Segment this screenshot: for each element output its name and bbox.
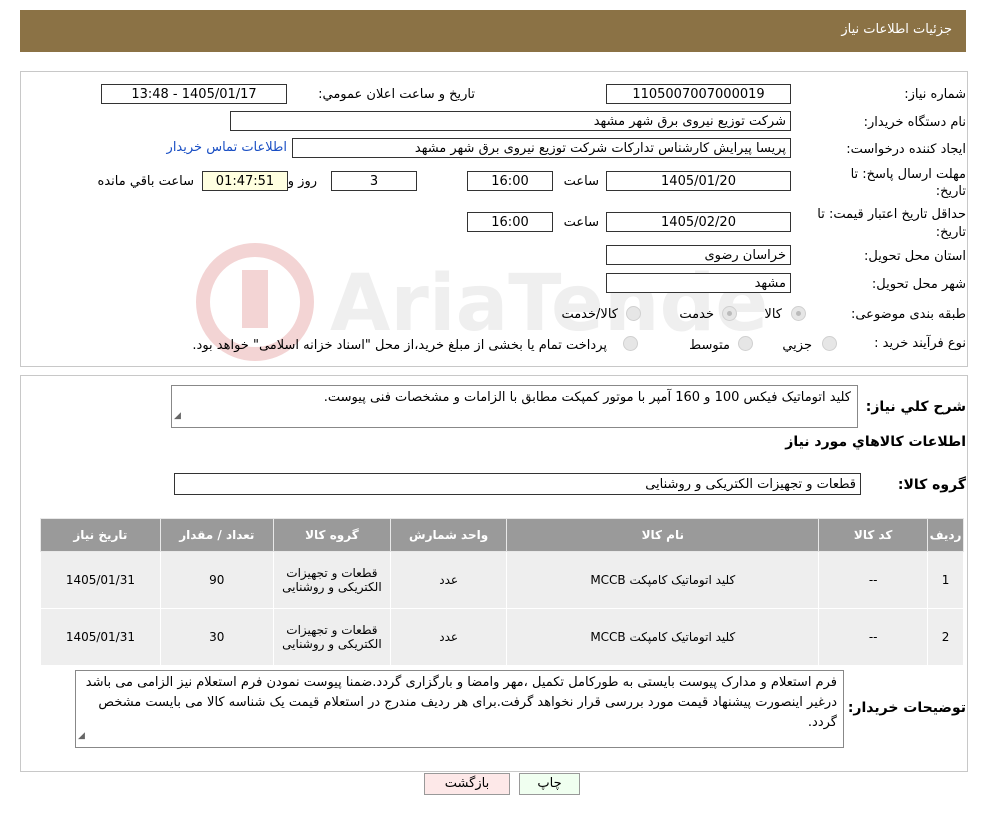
city-label: شهر محل تحویل: xyxy=(871,277,966,292)
cell-unit: عدد xyxy=(389,608,508,666)
cell-date: 1405/01/31 xyxy=(40,551,161,609)
cell-qty: 30 xyxy=(159,608,274,666)
need-number-label: شماره نیاز: xyxy=(904,87,966,102)
category-option-goods: کالا xyxy=(764,307,782,322)
col-date: تاریخ نیاز xyxy=(40,518,161,552)
goods-group-label: گروه کالا: xyxy=(897,477,966,493)
announce-datetime-field[interactable]: 1405/01/17 - 13:48 xyxy=(101,84,287,104)
city-field[interactable]: مشهد xyxy=(606,273,791,293)
cell-name: کلید اتوماتیک کامپکت MCCB xyxy=(506,608,820,666)
cell-row: 1 xyxy=(927,551,964,609)
buyer-notes-label: توضیحات خریدار: xyxy=(847,700,966,716)
description-text: کلید اتوماتیک فیکس 100 و 160 آمپر با موت… xyxy=(323,390,851,405)
table-row[interactable]: 1 -- کلید اتوماتیک کامپکت MCCB عدد قطعات… xyxy=(40,551,964,609)
goods-table-header: ردیف کد کالا نام کالا واحد شمارش گروه کا… xyxy=(40,518,964,552)
creator-field[interactable]: پریسا پیرایش کارشناس تدارکات شرکت توزیع … xyxy=(292,138,791,158)
days-remaining-field[interactable]: 3 xyxy=(331,171,417,191)
reply-date-field[interactable]: 1405/01/20 xyxy=(606,171,791,191)
cell-code: -- xyxy=(818,608,929,666)
buyer-notes-textarea[interactable]: فرم استعلام و مدارک پیوست بایستی به طورک… xyxy=(75,670,844,748)
category-option-service: خدمت xyxy=(679,307,714,322)
col-row: ردیف xyxy=(927,518,964,552)
contact-buyer-link[interactable]: اطلاعات تماس خریدار xyxy=(167,140,287,155)
back-button[interactable]: بازگشت xyxy=(424,773,510,795)
reply-deadline-label: مهلت ارسال پاسخ: تا xyxy=(850,167,966,182)
process-radio-medium[interactable] xyxy=(738,336,753,351)
creator-label: ایجاد کننده درخواست: xyxy=(846,142,966,157)
page-title: جزئیات اطلاعات نیاز xyxy=(841,22,952,37)
resize-handle-icon[interactable]: ◢ xyxy=(174,406,181,426)
goods-table: ردیف کد کالا نام کالا واحد شمارش گروه کا… xyxy=(40,518,964,666)
cell-unit: عدد xyxy=(389,551,508,609)
remaining-time-label: ساعت باقي مانده xyxy=(97,174,194,189)
col-name: نام کالا xyxy=(506,518,820,552)
category-radio-goods[interactable] xyxy=(791,306,806,321)
validity-time-label: ساعت xyxy=(563,215,599,230)
announce-label: تاریخ و ساعت اعلان عمومي: xyxy=(318,87,475,102)
cell-qty: 90 xyxy=(159,551,274,609)
category-label: طبقه بندی موضوعی: xyxy=(850,307,966,322)
goods-group-field[interactable]: قطعات و تجهیزات الکتریکی و روشنایی xyxy=(174,473,861,495)
cell-group: قطعات و تجهیزات الکتریکی و روشنایی xyxy=(272,551,391,609)
cell-name: کلید اتوماتیک کامپکت MCCB xyxy=(506,551,820,609)
category-radio-service[interactable] xyxy=(722,306,737,321)
cell-row: 2 xyxy=(927,608,964,666)
table-row[interactable]: 2 -- کلید اتوماتیک کامپکت MCCB عدد قطعات… xyxy=(40,608,964,666)
reply-time-label: ساعت xyxy=(563,174,599,189)
cell-date: 1405/01/31 xyxy=(40,608,161,666)
description-textarea[interactable]: کلید اتوماتیک فیکس 100 و 160 آمپر با موت… xyxy=(171,385,858,428)
buyer-notes-text: فرم استعلام و مدارک پیوست بایستی به طورک… xyxy=(85,675,837,730)
need-number-field[interactable]: 1105007007000019 xyxy=(606,84,791,104)
validity-date-field[interactable]: 1405/02/20 xyxy=(606,212,791,232)
process-note: پرداخت تمام یا بخشی از مبلغ خرید،از محل … xyxy=(192,338,607,353)
resize-handle-icon[interactable]: ◢ xyxy=(78,726,85,746)
description-label: شرح کلي نیاز: xyxy=(865,399,966,415)
buyer-org-field[interactable]: شرکت توزیع نیروی برق شهر مشهد xyxy=(230,111,791,131)
province-label: استان محل تحویل: xyxy=(864,249,966,264)
goods-section-title: اطلاعات کالاهاي مورد نیاز xyxy=(785,434,966,450)
remaining-time-field[interactable]: 01:47:51 xyxy=(202,171,288,191)
process-option-minor: جزیي xyxy=(782,338,812,353)
reply-deadline-label-2: تاریخ: xyxy=(935,184,966,199)
cell-code: -- xyxy=(818,551,929,609)
validity-label-2: تاریخ: xyxy=(935,225,966,240)
process-radio-minor[interactable] xyxy=(822,336,837,351)
col-code: کد کالا xyxy=(818,518,929,552)
process-option-medium: متوسط xyxy=(689,338,730,353)
validity-time-field[interactable]: 16:00 xyxy=(467,212,553,232)
col-unit: واحد شمارش xyxy=(389,518,508,552)
col-group: گروه کالا xyxy=(272,518,391,552)
reply-time-field[interactable]: 16:00 xyxy=(467,171,553,191)
process-radio-treasury[interactable] xyxy=(623,336,638,351)
print-button[interactable]: چاپ xyxy=(519,773,580,795)
col-qty: تعداد / مقدار xyxy=(159,518,274,552)
category-radio-goods-service[interactable] xyxy=(626,306,641,321)
validity-label: حداقل تاريخ اعتبار قيمت: تا xyxy=(817,207,966,222)
province-field[interactable]: خراسان رضوی xyxy=(606,245,791,265)
page-header: جزئیات اطلاعات نیاز xyxy=(20,10,966,52)
category-option-goods-service: کالا/خدمت xyxy=(561,307,618,322)
days-label: روز و xyxy=(287,174,317,189)
buyer-org-label: نام دستگاه خریدار: xyxy=(863,115,966,130)
process-label: نوع فرآیند خرید : xyxy=(874,336,966,351)
cell-group: قطعات و تجهیزات الکتریکی و روشنایی xyxy=(272,608,391,666)
